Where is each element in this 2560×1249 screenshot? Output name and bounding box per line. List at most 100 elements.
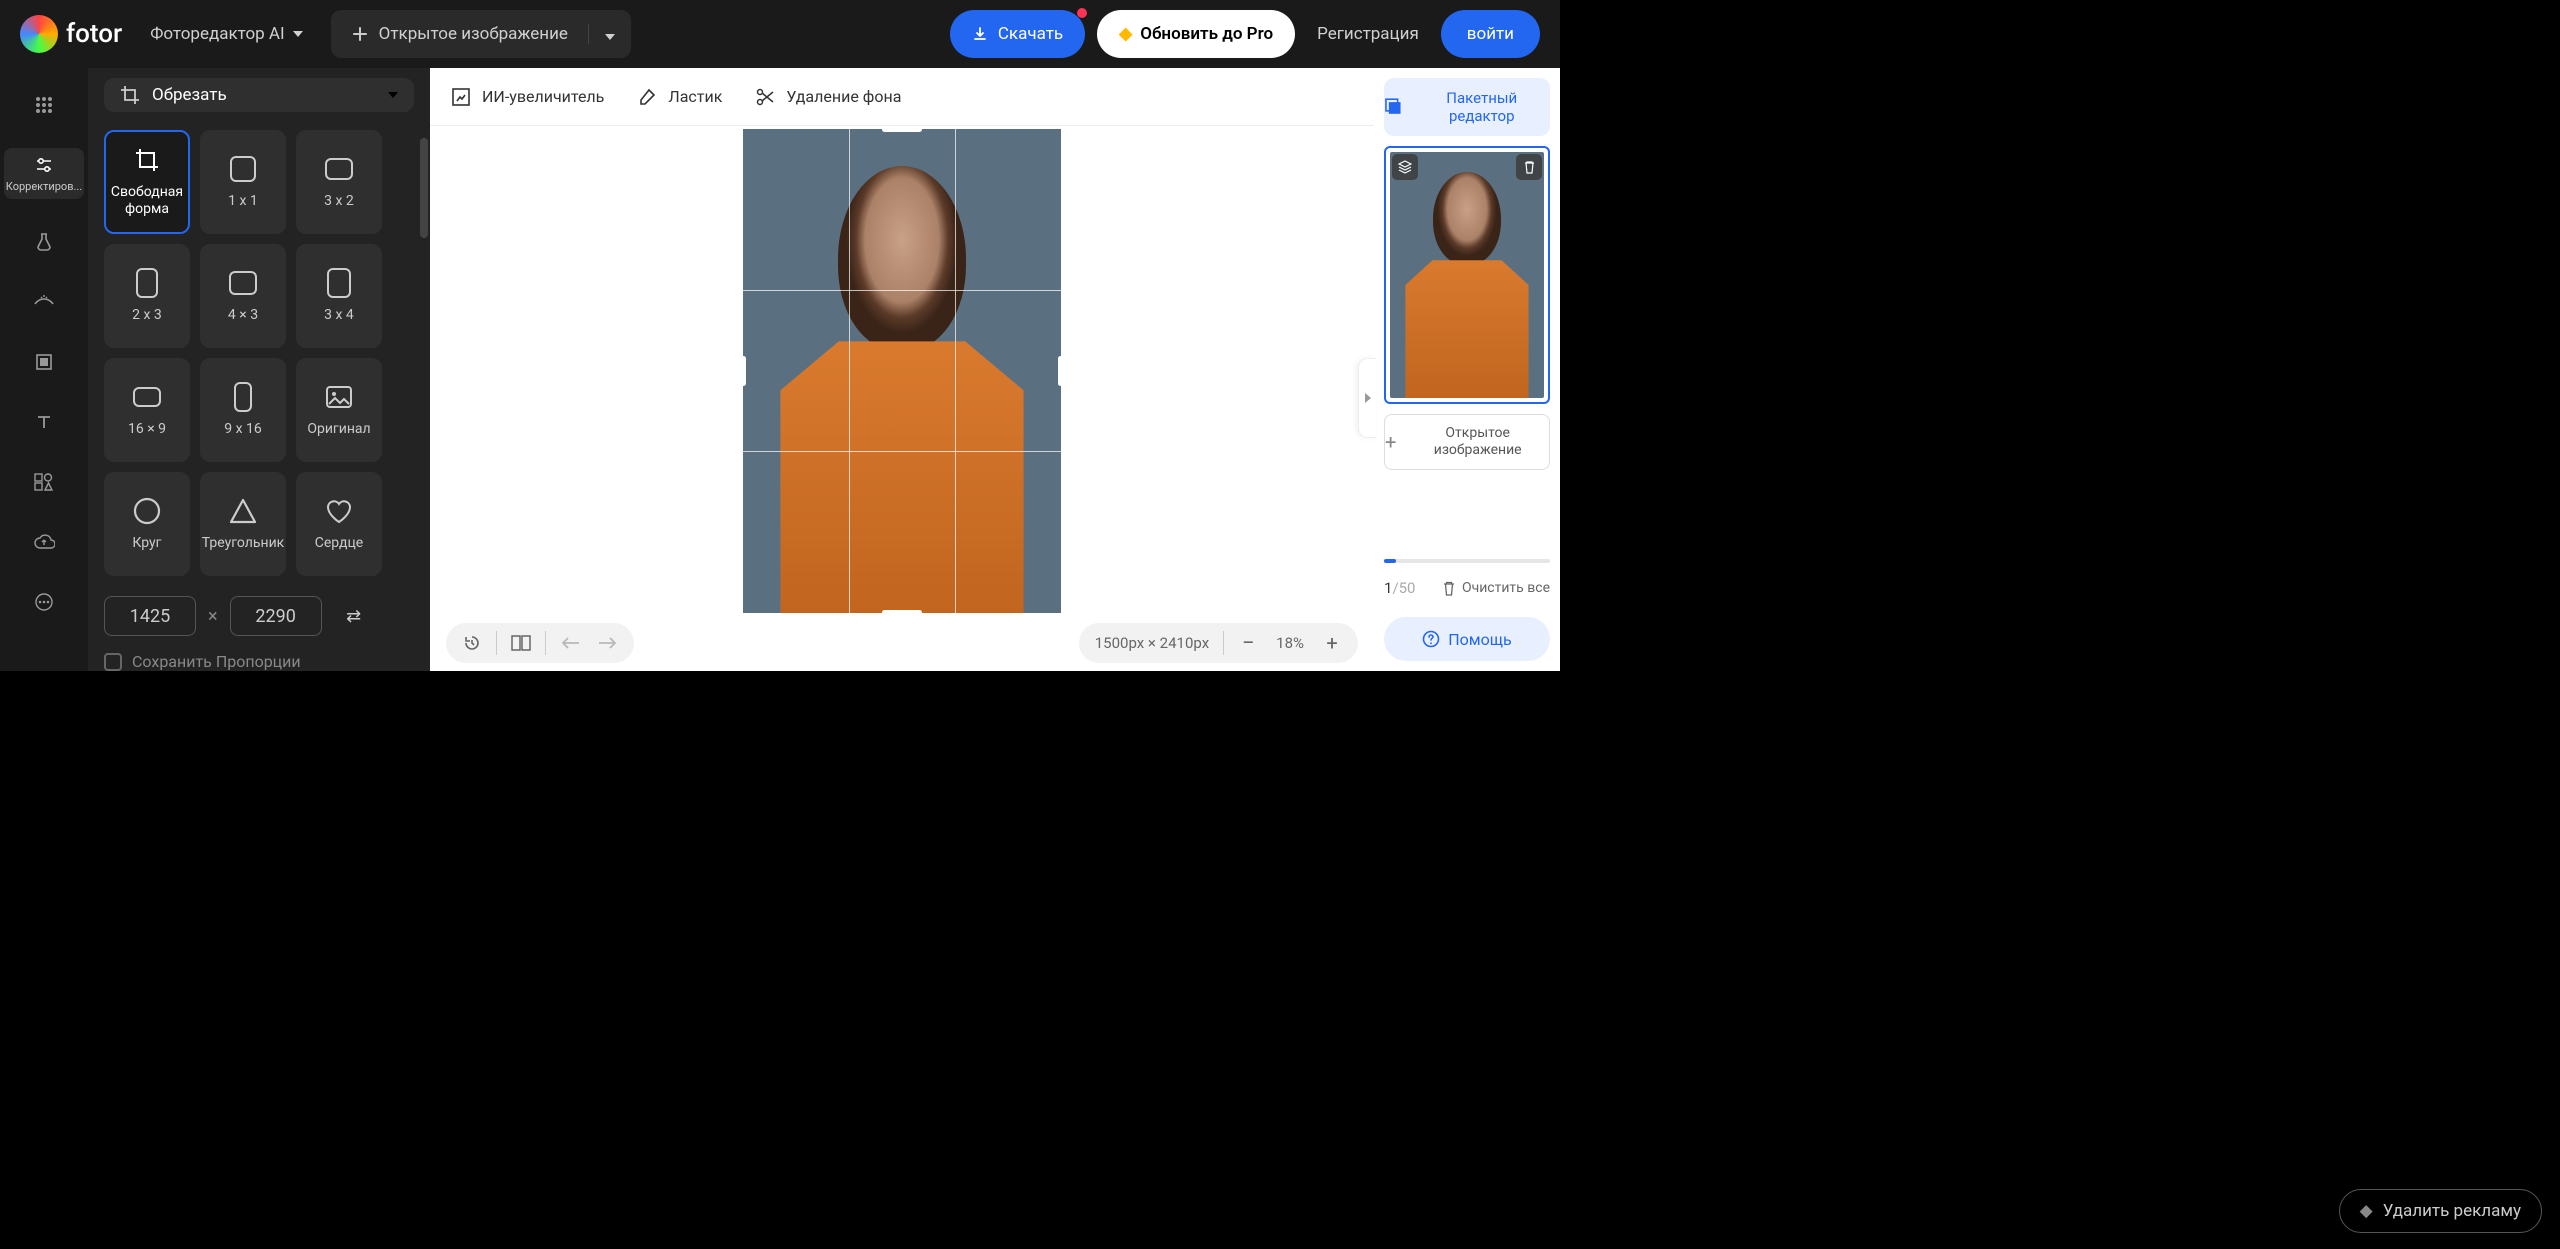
tool-frame[interactable] bbox=[4, 345, 84, 379]
crop-option-4x3[interactable]: 4 × 3 bbox=[200, 244, 286, 348]
rect-16x9-icon bbox=[133, 383, 161, 411]
right-panel-slider[interactable] bbox=[1384, 559, 1550, 563]
shapes-icon bbox=[33, 471, 55, 493]
login-label: войти bbox=[1467, 24, 1514, 44]
crop-option-9x16[interactable]: 9 x 16 bbox=[200, 358, 286, 462]
thumbnail-layers-button[interactable] bbox=[1392, 154, 1418, 180]
times-symbol: × bbox=[208, 606, 218, 627]
crop-height-input[interactable] bbox=[230, 596, 322, 636]
crop-handle-left[interactable] bbox=[741, 356, 746, 386]
tool-text[interactable] bbox=[4, 405, 84, 439]
crop-handle-bottom[interactable] bbox=[882, 610, 922, 615]
image-count: 1/50 bbox=[1384, 579, 1416, 597]
keep-proportions-checkbox[interactable] bbox=[104, 653, 122, 671]
layers-icon bbox=[1398, 160, 1412, 174]
crop-option-circle[interactable]: Круг bbox=[104, 472, 190, 576]
crop-option-3x2[interactable]: 3 x 2 bbox=[296, 130, 382, 234]
crop-option-original[interactable]: Оригинал bbox=[296, 358, 382, 462]
plus-icon: + bbox=[1385, 430, 1396, 454]
register-link[interactable]: Регистрация bbox=[1307, 24, 1429, 44]
crop-handle-right[interactable] bbox=[1058, 356, 1063, 386]
open-image-button[interactable]: Открытое изображение bbox=[331, 24, 589, 44]
crop-option-label: 1 x 1 bbox=[228, 193, 258, 210]
history-button[interactable] bbox=[458, 629, 486, 657]
eraser-button[interactable]: Ластик bbox=[636, 86, 722, 108]
keep-proportions-label: Сохранить Пропорции bbox=[132, 652, 301, 671]
rect-4x3-icon bbox=[229, 269, 257, 297]
diamond-icon: ◆ bbox=[1119, 24, 1132, 44]
crop-option-label: Оригинал bbox=[307, 421, 370, 438]
crop-option-1x1[interactable]: 1 x 1 bbox=[200, 130, 286, 234]
crop-option-label: 3 x 4 bbox=[324, 307, 354, 324]
crop-option-triangle[interactable]: Треугольник bbox=[200, 472, 286, 576]
right-panel: Пакетный редактор + Открытое изображение… bbox=[1374, 68, 1560, 671]
login-button[interactable]: войти bbox=[1441, 10, 1540, 58]
bg-remove-button[interactable]: Удаление фона bbox=[754, 86, 901, 108]
compare-button[interactable] bbox=[507, 629, 535, 657]
grid-line bbox=[743, 451, 1061, 452]
bg-remove-label: Удаление фона bbox=[786, 87, 901, 106]
thumbnail-delete-button[interactable] bbox=[1516, 154, 1542, 180]
cloud-upload-icon bbox=[33, 531, 55, 553]
swap-icon: ⇄ bbox=[346, 606, 361, 627]
crop-frame[interactable] bbox=[742, 128, 1062, 614]
canvas-viewport[interactable] bbox=[430, 126, 1374, 615]
upscale-icon bbox=[450, 86, 472, 108]
clear-all-label: Очистить все bbox=[1462, 580, 1550, 596]
help-button[interactable]: Помощь bbox=[1384, 617, 1550, 661]
crop-option-label: Круг bbox=[132, 535, 161, 552]
crop-option-2x3[interactable]: 2 x 3 bbox=[104, 244, 190, 348]
notification-dot bbox=[1077, 8, 1087, 18]
logo[interactable]: fotor bbox=[20, 15, 122, 53]
zoom-level: 18% bbox=[1272, 634, 1308, 652]
side-toolbar: Корректиров... bbox=[0, 68, 88, 671]
grid-icon bbox=[33, 94, 55, 116]
thumbnail-image bbox=[1390, 152, 1544, 398]
tool-more[interactable] bbox=[4, 585, 84, 619]
panel-scrollbar[interactable] bbox=[420, 138, 428, 238]
open-image-dropdown[interactable] bbox=[589, 25, 631, 44]
tool-apps[interactable] bbox=[4, 88, 84, 122]
redo-button[interactable] bbox=[594, 629, 622, 657]
upgrade-button[interactable]: ◆ Обновить до Pro bbox=[1097, 10, 1295, 58]
crop-option-label: Треугольник bbox=[202, 535, 284, 552]
crop-option-freeform[interactable]: Свободная форма bbox=[104, 130, 190, 234]
eraser-icon bbox=[636, 86, 658, 108]
flask-icon bbox=[33, 231, 55, 253]
crop-option-16x9[interactable]: 16 × 9 bbox=[104, 358, 190, 462]
circle-icon bbox=[133, 497, 161, 525]
crop-option-heart[interactable]: Сердце bbox=[296, 472, 382, 576]
crop-option-label: Сердце bbox=[315, 535, 363, 552]
expand-panel-button[interactable] bbox=[1358, 358, 1376, 438]
image-thumbnail[interactable] bbox=[1384, 146, 1550, 404]
rect-3x4-icon bbox=[325, 269, 353, 297]
ai-upscaler-button[interactable]: ИИ-увеличитель bbox=[450, 86, 604, 108]
heart-icon bbox=[325, 497, 353, 525]
crop-panel-header[interactable]: Обрезать bbox=[104, 78, 414, 112]
mode-select[interactable]: Фоторедактор AI bbox=[134, 24, 318, 44]
tool-elements[interactable] bbox=[4, 465, 84, 499]
tool-beautify[interactable] bbox=[4, 225, 84, 259]
crop-width-input[interactable] bbox=[104, 596, 196, 636]
plus-icon bbox=[351, 25, 369, 43]
undo-button[interactable] bbox=[556, 629, 584, 657]
open-image-card[interactable]: + Открытое изображение bbox=[1384, 414, 1550, 470]
zoom-out-button[interactable]: − bbox=[1234, 629, 1262, 657]
crop-freeform-icon bbox=[133, 146, 161, 174]
tool-cloud[interactable] bbox=[4, 525, 84, 559]
crop-option-label: 2 x 3 bbox=[132, 307, 162, 324]
crop-option-label: 3 x 2 bbox=[324, 193, 354, 210]
remove-ads-button[interactable]: ◆ Удалить рекламу bbox=[2339, 1189, 2542, 1233]
download-button[interactable]: Скачать bbox=[950, 10, 1085, 58]
crop-handle-top[interactable] bbox=[882, 127, 922, 132]
tool-eye[interactable] bbox=[4, 285, 84, 319]
image-container[interactable] bbox=[736, 126, 1068, 615]
tool-adjust[interactable]: Корректиров... bbox=[4, 148, 84, 199]
batch-editor-button[interactable]: Пакетный редактор bbox=[1384, 78, 1550, 136]
crop-option-label: Свободная форма bbox=[106, 184, 188, 218]
swap-button[interactable]: ⇄ bbox=[334, 596, 374, 636]
crop-option-3x4[interactable]: 3 x 4 bbox=[296, 244, 382, 348]
zoom-in-button[interactable]: + bbox=[1318, 629, 1346, 657]
crop-option-label: 9 x 16 bbox=[224, 421, 262, 438]
clear-all-button[interactable]: Очистить все bbox=[1442, 580, 1550, 596]
